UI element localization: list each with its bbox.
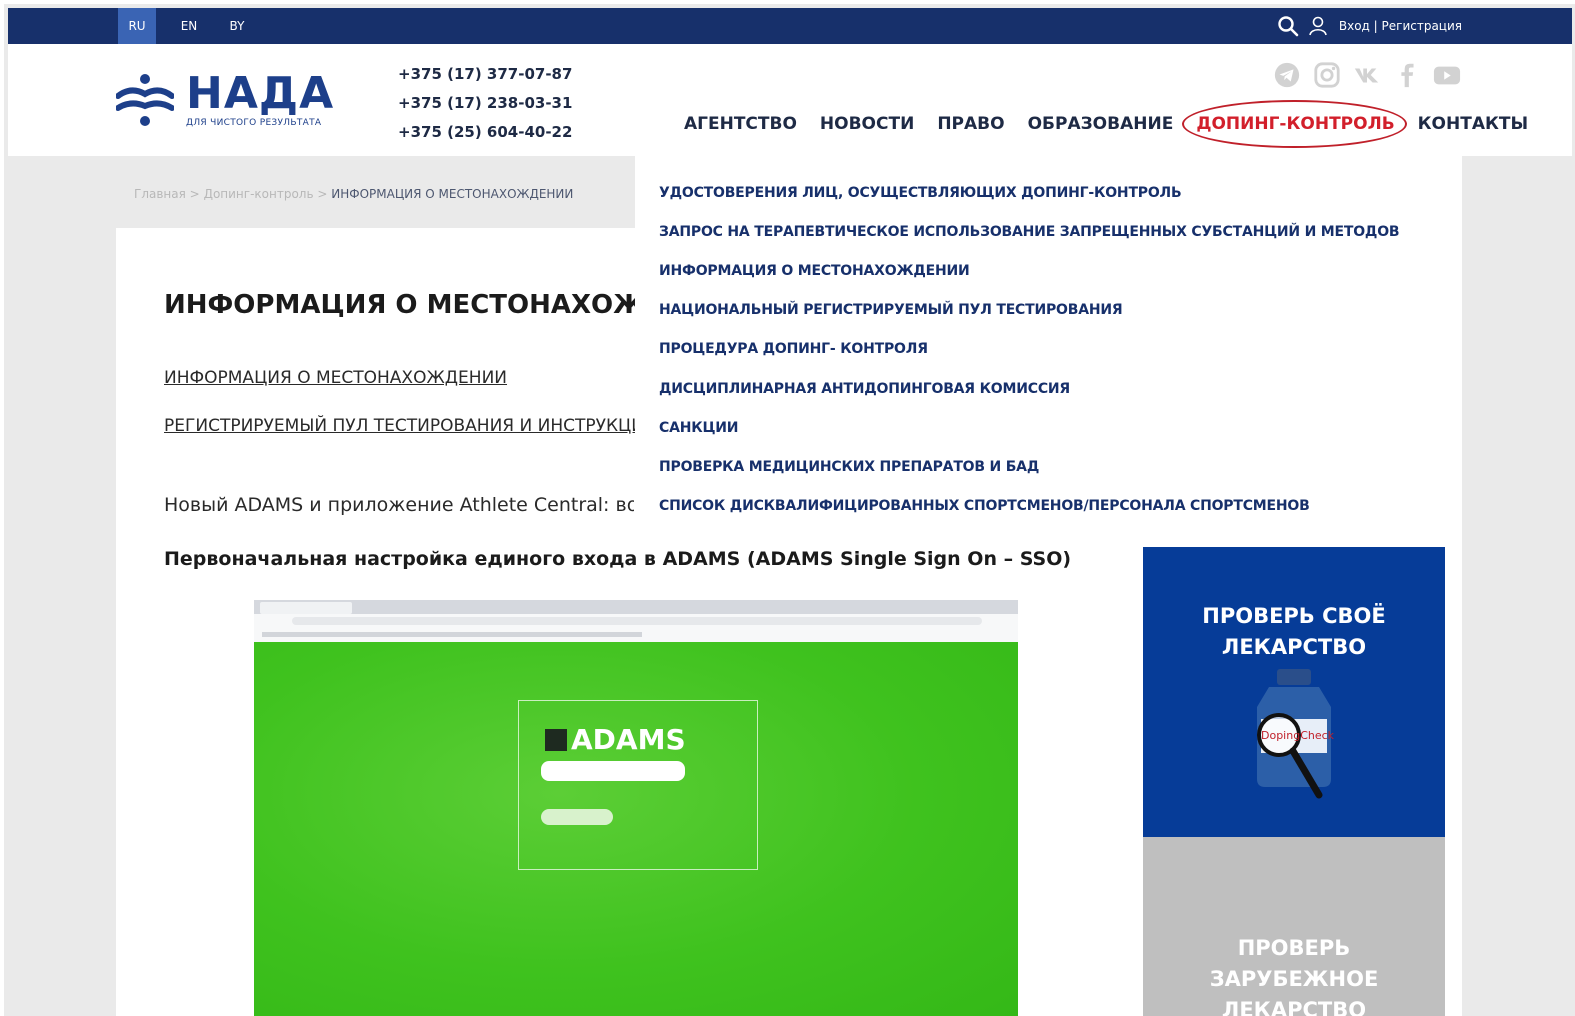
phone-number[interactable]: +375 (17) 377-07-87 [398,60,572,89]
testing-pool-link[interactable]: РЕГИСТРИРУЕМЫЙ ПУЛ ТЕСТИРОВАНИЯ И ИНСТРУ… [164,416,656,436]
adams-screenshot-image: ADAMS [254,600,1018,1016]
dropdown-item[interactable]: НАЦИОНАЛЬНЫЙ РЕГИСТРИРУЕМЫЙ ПУЛ ТЕСТИРОВ… [659,302,1123,318]
login-register-link[interactable]: Вход | Регистрация [1339,19,1462,33]
page: RU EN BY Вход | Регистрация НАДА ДЛЯ ЧИС… [0,0,1575,1016]
site-header: НАДА ДЛЯ ЧИСТОГО РЕЗУЛЬТАТА +375 (17) 37… [8,44,1572,156]
logo-mark-icon [116,74,174,126]
social-links [1272,60,1462,90]
check-foreign-medicine-title: ПРОВЕРЬ ЗАРУБЕЖНОЕ ЛЕКАРСТВО [1209,936,1379,1016]
facebook-icon[interactable] [1392,60,1422,90]
check-medicine-banner[interactable]: ПРОВЕРЬ СВОЁ ЛЕКАРСТВО DopingCheck [1143,547,1445,837]
adams-square-icon [545,728,567,751]
logo-subtitle: ДЛЯ ЧИСТОГО РЕЗУЛЬТАТА [186,118,322,128]
adams-news-text: Новый ADAMS и приложение Athlete Central… [164,494,634,516]
dropdown-item[interactable]: ЗАПРОС НА ТЕРАПЕВТИЧЕСКОЕ ИСПОЛЬЗОВАНИЕ … [659,224,1400,240]
lang-en[interactable]: EN [170,8,208,44]
nav-agency[interactable]: АГЕНТСТВО [684,114,797,134]
site-logo[interactable]: НАДА ДЛЯ ЧИСТОГО РЕЗУЛЬТАТА [116,68,336,132]
adams-username-field [541,761,685,781]
breadcrumb: Главная > Допинг-контроль > ИНФОРМАЦИЯ О… [134,187,573,201]
browser-bar [254,600,1018,642]
phone-list: +375 (17) 377-07-87 +375 (17) 238-03-31 … [398,60,572,147]
svg-text:DopingCheck: DopingCheck [1261,729,1335,742]
dropdown-item[interactable]: ПРОВЕРКА МЕДИЦИНСКИХ ПРЕПАРАТОВ И БАД [659,459,1039,475]
adams-login-background: ADAMS [254,642,1018,1016]
dropdown-item[interactable]: ПРОЦЕДУРА ДОПИНГ- КОНТРОЛЯ [659,341,928,357]
breadcrumb-section[interactable]: Допинг-контроль [204,187,314,201]
adams-login-panel: ADAMS [518,700,758,870]
top-bar: RU EN BY Вход | Регистрация [8,8,1572,44]
adams-next-button [541,809,613,825]
lang-ru[interactable]: RU [118,8,156,44]
dropdown-item[interactable]: САНКЦИИ [659,420,738,436]
top-right-controls: Вход | Регистрация [1277,8,1462,44]
nav-contacts[interactable]: КОНТАКТЫ [1418,114,1528,134]
dropdown-item[interactable]: СПИСОК ДИСКВАЛИФИЦИРОВАННЫХ СПОРТСМЕНОВ/… [659,498,1310,514]
sso-heading: Первоначальная настройка единого входа в… [164,548,1072,570]
phone-number[interactable]: +375 (25) 604-40-22 [398,118,572,147]
dropdown-item[interactable]: ИНФОРМАЦИЯ О МЕСТОНАХОЖДЕНИИ [659,263,970,279]
main-nav: АГЕНТСТВО НОВОСТИ ПРАВО ОБРАЗОВАНИЕ ДОПИ… [684,100,1528,148]
user-icon[interactable] [1307,15,1329,37]
medicine-bottle-icon: DopingCheck [1257,669,1335,799]
check-medicine-title: ПРОВЕРЬ СВОЁ ЛЕКАРСТВО [1202,604,1386,659]
search-icon[interactable] [1277,15,1299,37]
logo-title: НАДА [186,68,335,119]
youtube-icon[interactable] [1432,60,1462,90]
doping-control-dropdown: УДОСТОВЕРЕНИЯ ЛИЦ, ОСУЩЕСТВЛЯЮЩИХ ДОПИНГ… [635,156,1462,528]
nav-law[interactable]: ПРАВО [937,114,1004,134]
nav-doping-control[interactable]: ДОПИНГ-КОНТРОЛЬ [1182,100,1408,148]
check-foreign-medicine-banner[interactable]: ПРОВЕРЬ ЗАРУБЕЖНОЕ ЛЕКАРСТВО [1143,837,1445,1016]
breadcrumb-separator: > [317,187,328,201]
telegram-icon[interactable] [1272,60,1302,90]
breadcrumb-current: ИНФОРМАЦИЯ О МЕСТОНАХОЖДЕНИИ [331,187,574,201]
vk-icon[interactable] [1352,60,1382,90]
instagram-icon[interactable] [1312,60,1342,90]
dropdown-item[interactable]: УДОСТОВЕРЕНИЯ ЛИЦ, ОСУЩЕСТВЛЯЮЩИХ ДОПИНГ… [659,185,1182,201]
breadcrumb-home[interactable]: Главная [134,187,186,201]
lang-by[interactable]: BY [218,8,256,44]
phone-number[interactable]: +375 (17) 238-03-31 [398,89,572,118]
dropdown-item[interactable]: ДИСЦИПЛИНАРНАЯ АНТИДОПИНГОВАЯ КОМИССИЯ [659,381,1070,397]
location-info-link[interactable]: ИНФОРМАЦИЯ О МЕСТОНАХОЖДЕНИИ [164,368,507,388]
adams-logo: ADAMS [545,723,686,756]
nav-education[interactable]: ОБРАЗОВАНИЕ [1028,114,1174,134]
breadcrumb-separator: > [189,187,200,201]
nav-news[interactable]: НОВОСТИ [820,114,914,134]
